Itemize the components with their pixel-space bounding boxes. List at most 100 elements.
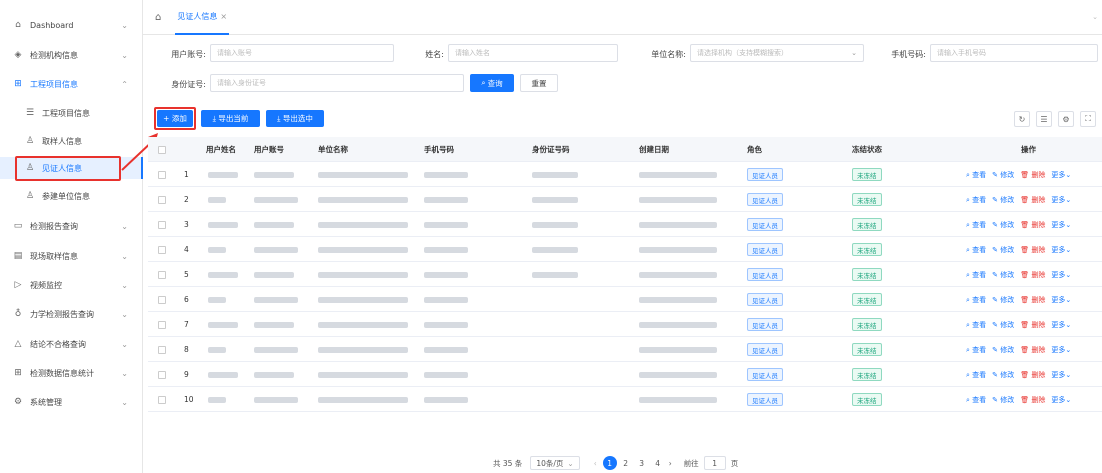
sidebar-item-unqualified-query[interactable]: △ 结论不合格查询 ⌄ (0, 333, 142, 355)
more-link[interactable]: 更多⌄ (1051, 295, 1071, 305)
sidebar-item-video-monitor[interactable]: ▷ 视频监控 ⌄ (0, 274, 142, 296)
view-link[interactable]: ⌕ 查看 (966, 270, 986, 280)
page-3[interactable]: 3 (635, 456, 649, 470)
edit-link[interactable]: ✎ 修改 (992, 295, 1014, 305)
sidebar-item-testing-agency[interactable]: ◈ 检测机构信息 ⌄ (0, 44, 142, 66)
page-4[interactable]: 4 (651, 456, 665, 470)
more-link[interactable]: 更多⌄ (1051, 220, 1071, 230)
name-input[interactable]: 请输入姓名 (448, 44, 618, 62)
edit-link[interactable]: ✎ 修改 (992, 245, 1014, 255)
edit-link[interactable]: ✎ 修改 (992, 220, 1014, 230)
refresh-icon[interactable]: ↻ (1014, 111, 1030, 127)
checkbox[interactable] (158, 320, 166, 329)
view-link[interactable]: ⌕ 查看 (966, 345, 986, 355)
more-link[interactable]: 更多⌄ (1051, 345, 1071, 355)
more-link[interactable]: 更多⌄ (1051, 270, 1071, 280)
edit-link[interactable]: ✎ 修改 (992, 370, 1014, 380)
prev-page-icon[interactable]: ‹ (594, 459, 597, 468)
sidebar-item-project-info-sub[interactable]: ☰ 工程项目信息 (0, 102, 142, 124)
delete-link[interactable]: 🗑 删除 (1020, 395, 1045, 405)
checkbox[interactable] (158, 220, 166, 229)
checkbox[interactable] (158, 370, 166, 379)
goto-page-input[interactable]: 1 (703, 456, 726, 470)
delete-link[interactable]: 🗑 删除 (1020, 170, 1045, 180)
page-2[interactable]: 2 (619, 456, 633, 470)
checkbox[interactable] (158, 395, 166, 404)
sidebar-item-mechanics-report[interactable]: ♁ 力学检测报告查询 ⌄ (0, 303, 142, 325)
row-checkbox[interactable] (158, 387, 166, 412)
checkbox[interactable] (158, 345, 166, 354)
page-1[interactable]: 1 (602, 456, 617, 470)
account-input[interactable]: 请输入账号 (210, 44, 394, 62)
more-link[interactable]: 更多⌄ (1051, 170, 1071, 180)
checkbox[interactable] (158, 170, 166, 179)
phone-input[interactable]: 请输入手机号码 (930, 44, 1098, 62)
status-badge: 未冻结 (852, 168, 882, 181)
sidebar-item-project-info[interactable]: ⊞ 工程项目信息 ⌃ (0, 73, 142, 95)
delete-link[interactable]: 🗑 删除 (1020, 245, 1045, 255)
close-icon[interactable]: × (220, 12, 227, 21)
row-checkbox[interactable] (158, 262, 166, 287)
edit-link[interactable]: ✎ 修改 (992, 195, 1014, 205)
checkbox[interactable] (158, 145, 166, 154)
more-link[interactable]: 更多⌄ (1051, 320, 1071, 330)
sidebar-item-system-admin[interactable]: ⚙ 系统管理 ⌄ (0, 391, 142, 413)
row-checkbox[interactable] (158, 237, 166, 262)
row-checkbox[interactable] (158, 362, 166, 387)
delete-link[interactable]: 🗑 删除 (1020, 195, 1045, 205)
view-link[interactable]: ⌕ 查看 (966, 170, 986, 180)
delete-link[interactable]: 🗑 删除 (1020, 295, 1045, 305)
edit-link[interactable]: ✎ 修改 (992, 170, 1014, 180)
more-link[interactable]: 更多⌄ (1051, 245, 1071, 255)
row-checkbox[interactable] (158, 162, 166, 187)
page-size-select[interactable]: 10条/页 ⌄ (530, 456, 580, 470)
row-checkbox[interactable] (158, 312, 166, 337)
unit-select[interactable]: 请选择机构（支持模糊搜索） ⌄ (690, 44, 864, 62)
view-link[interactable]: ⌕ 查看 (966, 295, 986, 305)
settings-icon[interactable]: ⚙ (1058, 111, 1074, 127)
view-link[interactable]: ⌕ 查看 (966, 245, 986, 255)
tab-witness-info[interactable]: 见证人信息 × (175, 0, 230, 35)
idcard-input[interactable]: 请输入身份证号 (210, 74, 464, 92)
reset-button[interactable]: 重置 (520, 74, 558, 92)
checkbox[interactable] (158, 295, 166, 304)
edit-link[interactable]: ✎ 修改 (992, 320, 1014, 330)
row-checkbox[interactable] (158, 287, 166, 312)
delete-link[interactable]: 🗑 删除 (1020, 270, 1045, 280)
more-link[interactable]: 更多⌄ (1051, 395, 1071, 405)
fullscreen-icon[interactable]: ⛶ (1080, 111, 1096, 127)
view-link[interactable]: ⌕ 查看 (966, 395, 986, 405)
checkbox[interactable] (158, 195, 166, 204)
checkbox[interactable] (158, 270, 166, 279)
search-button[interactable]: ⌕ 查询 (470, 74, 514, 92)
row-checkbox[interactable] (158, 187, 166, 212)
row-checkbox[interactable] (158, 337, 166, 362)
view-link[interactable]: ⌕ 查看 (966, 195, 986, 205)
view-link[interactable]: ⌕ 查看 (966, 320, 986, 330)
next-page-icon[interactable]: › (669, 459, 672, 468)
delete-link[interactable]: 🗑 删除 (1020, 345, 1045, 355)
sidebar-item-report-query[interactable]: ▭ 检测报告查询 ⌄ (0, 215, 142, 237)
sidebar-item-data-statistics[interactable]: ⊞ 检测数据信息统计 ⌄ (0, 362, 142, 384)
edit-link[interactable]: ✎ 修改 (992, 395, 1014, 405)
home-icon[interactable]: ⌂ (155, 12, 161, 23)
chevron-down-icon[interactable]: ⌄ (1092, 13, 1098, 21)
row-checkbox[interactable] (158, 212, 166, 237)
edit-link[interactable]: ✎ 修改 (992, 345, 1014, 355)
more-link[interactable]: 更多⌄ (1051, 370, 1071, 380)
export-current-button[interactable]: ⤓ 导出当前 (201, 110, 260, 127)
view-link[interactable]: ⌕ 查看 (966, 370, 986, 380)
more-link[interactable]: 更多⌄ (1051, 195, 1071, 205)
view-link[interactable]: ⌕ 查看 (966, 220, 986, 230)
checkbox[interactable] (158, 245, 166, 254)
sidebar-item-onsite-sampling[interactable]: ▤ 现场取样信息 ⌄ (0, 245, 142, 267)
export-selected-button[interactable]: ⤓ 导出选中 (266, 110, 324, 127)
delete-link[interactable]: 🗑 删除 (1020, 320, 1045, 330)
delete-link[interactable]: 🗑 删除 (1020, 370, 1045, 380)
edit-link[interactable]: ✎ 修改 (992, 270, 1014, 280)
select-all-checkbox[interactable] (158, 137, 166, 162)
sidebar-item-participating-unit[interactable]: ♙ 参建单位信息 (0, 185, 142, 207)
sidebar-item-dashboard[interactable]: ⌂ Dashboard ⌄ (0, 14, 142, 36)
density-icon[interactable]: ☰ (1036, 111, 1052, 127)
delete-link[interactable]: 🗑 删除 (1020, 220, 1045, 230)
